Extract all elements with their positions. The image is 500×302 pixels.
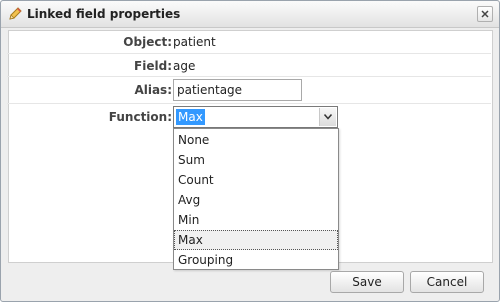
- object-value: patient: [173, 35, 216, 49]
- chevron-down-icon: [324, 114, 332, 120]
- alias-label: Alias:: [134, 83, 172, 97]
- function-option-grouping[interactable]: Grouping: [174, 250, 338, 270]
- field-label: Field:: [134, 59, 172, 73]
- row-divider: [7, 76, 491, 77]
- function-label: Function:: [108, 110, 172, 124]
- function-option-min[interactable]: Min: [174, 210, 338, 230]
- dialog-title: Linked field properties: [27, 7, 181, 21]
- alias-input[interactable]: [173, 79, 302, 101]
- function-select[interactable]: Max: [173, 106, 338, 128]
- field-value: age: [173, 59, 196, 73]
- dialog-titlebar[interactable]: Linked field properties: [1, 1, 499, 28]
- dropdown-arrow-button[interactable]: [319, 108, 336, 126]
- row-divider: [7, 53, 491, 54]
- close-button[interactable]: [477, 6, 493, 22]
- function-option-max[interactable]: Max: [174, 230, 338, 250]
- row-divider: [7, 103, 491, 104]
- save-button[interactable]: Save: [330, 271, 404, 293]
- function-option-none[interactable]: None: [174, 130, 338, 150]
- function-select-value: Max: [176, 109, 205, 125]
- object-label: Object:: [123, 35, 172, 49]
- function-option-sum[interactable]: Sum: [174, 150, 338, 170]
- function-option-avg[interactable]: Avg: [174, 190, 338, 210]
- close-icon: [481, 10, 489, 18]
- cancel-button[interactable]: Cancel: [410, 271, 484, 293]
- pencil-icon: [7, 6, 23, 22]
- function-dropdown-list: None Sum Count Avg Min Max Grouping: [173, 128, 339, 270]
- function-option-count[interactable]: Count: [174, 170, 338, 190]
